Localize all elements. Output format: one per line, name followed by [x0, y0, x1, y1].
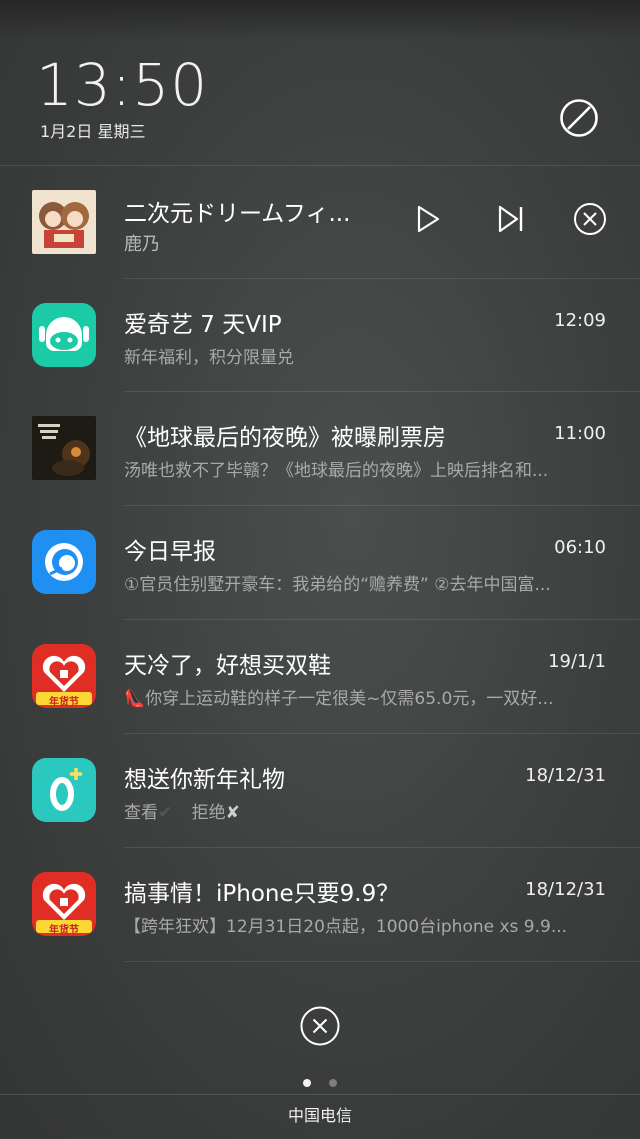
status-bar-shade	[0, 0, 640, 40]
page-dot	[329, 1079, 337, 1087]
notification-item[interactable]: 爱奇艺 7 天VIP 12:09 新年福利，积分限量兑	[0, 278, 640, 391]
notification-title: 天冷了，好想买双鞋	[124, 653, 331, 679]
media-notification[interactable]: 二次元ドリームフィ... 鹿乃	[0, 166, 640, 278]
notification-time: 06:10	[554, 537, 606, 558]
view-action[interactable]: 查看✔	[124, 803, 172, 823]
page-dot-active	[303, 1079, 311, 1087]
browser-app-icon	[32, 530, 96, 594]
plus-app-icon	[32, 758, 96, 822]
notification-item[interactable]: 《地球最后的夜晚》被曝刷票房 11:00 汤唯也救不了毕赣？《地球最后的夜晚》上…	[0, 391, 640, 504]
notification-title: 爱奇艺 7 天VIP	[124, 312, 282, 338]
notification-time: 11:00	[554, 423, 606, 444]
check-icon: ✔	[158, 803, 173, 823]
pinduoduo-app-icon: 年货节	[32, 644, 96, 708]
notification-item[interactable]: 年货节 天冷了，好想买双鞋 19/1/1 👠你穿上运动鞋的样子一定很美~仅需65…	[0, 619, 640, 732]
clock: 13:50	[36, 51, 209, 119]
media-artist: 鹿乃	[124, 234, 160, 255]
notification-body: 汤唯也救不了毕赣？《地球最后的夜晚》上映后排名和...	[124, 461, 549, 481]
notification-time: 12:09	[554, 310, 606, 331]
iqiyi-app-icon	[32, 303, 96, 367]
do-not-disturb-icon[interactable]	[559, 98, 599, 138]
divider	[124, 961, 640, 962]
notification-title: 今日早报	[124, 539, 216, 565]
notification-body: 👠你穿上运动鞋的样子一定很美~仅需65.0元，一双好...	[124, 689, 554, 709]
close-icon[interactable]	[573, 202, 607, 236]
app-badge: 年货节	[49, 697, 79, 708]
notification-title: 搞事情！iPhone只要9.9？	[124, 881, 400, 907]
app-badge: 年货节	[49, 925, 79, 936]
media-title: 二次元ドリームフィ...	[124, 201, 351, 227]
notification-body: ①官员住别墅开豪车：我弟给的“赡养费” ②去年中国富...	[124, 575, 551, 595]
notification-time: 18/12/31	[525, 879, 606, 900]
skip-next-icon[interactable]	[494, 202, 528, 236]
pinduoduo-app-icon: 年货节	[32, 872, 96, 936]
notification-body: 【跨年狂欢】12月31日20点起，1000台iphone xs 9.9...	[124, 917, 568, 937]
notification-title: 想送你新年礼物	[124, 767, 285, 793]
cross-icon: ✘	[225, 803, 240, 823]
notification-body: 新年福利，积分限量兑	[124, 348, 294, 368]
notification-time: 18/12/31	[525, 765, 606, 786]
page-indicator	[0, 1072, 640, 1091]
clear-all-icon[interactable]	[299, 1005, 341, 1047]
news-thumbnail	[32, 416, 96, 480]
album-art	[32, 190, 96, 254]
notification-item[interactable]: 年货节 搞事情！iPhone只要9.9？ 18/12/31 【跨年狂欢】12月3…	[0, 847, 640, 960]
notification-item[interactable]: 想送你新年礼物 18/12/31 查看✔ 拒绝✘	[0, 733, 640, 846]
notification-time: 19/1/1	[548, 651, 606, 672]
date-label: 1月2日 星期三	[40, 122, 146, 141]
reject-action[interactable]: 拒绝✘	[192, 803, 240, 823]
carrier-label: 中国电信	[0, 1094, 640, 1139]
notification-item[interactable]: 今日早报 06:10 ①官员住别墅开豪车：我弟给的“赡养费” ②去年中国富...	[0, 505, 640, 618]
notification-actions: 查看✔ 拒绝✘	[124, 798, 606, 823]
notification-title: 《地球最后的夜晚》被曝刷票房	[124, 425, 446, 451]
play-icon[interactable]	[410, 202, 444, 236]
